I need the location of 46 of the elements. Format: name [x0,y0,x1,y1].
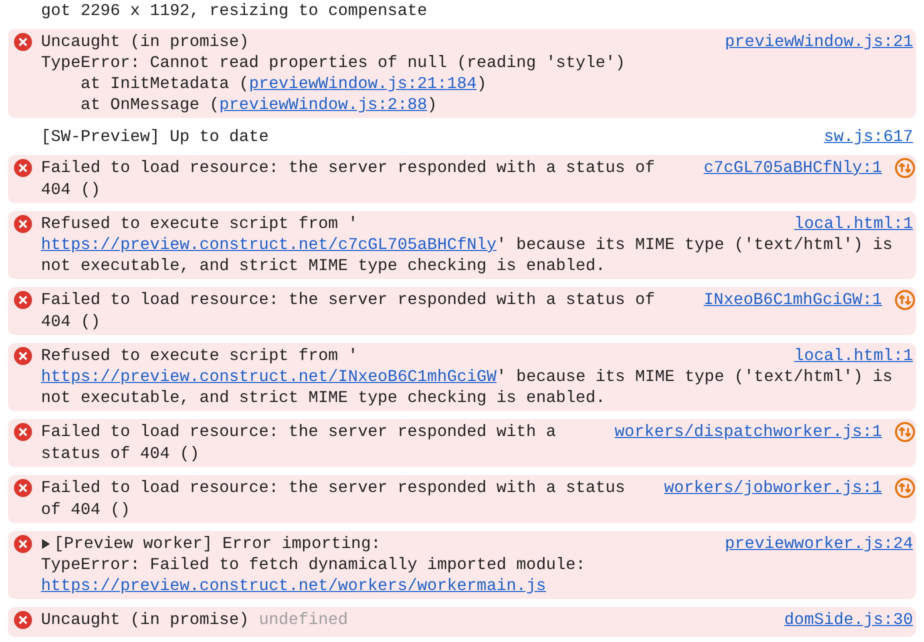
log-text: [SW-Preview] Up to date [41,126,269,147]
log-text: at OnMessage ( [80,94,220,115]
log-text: ) [476,73,487,94]
log-text: ' because its MIME type ('text/html') is [496,366,893,387]
network-icon[interactable] [894,477,916,499]
log-text: ' because its MIME type ('text/html') is [496,234,893,255]
log-text: got 2296 x 1192, resizing to compensate [41,0,428,21]
source-link[interactable]: previewworker.js:24 [724,533,913,554]
log-text: [Preview worker] Error importing: [54,533,381,554]
network-icon[interactable] [894,421,916,443]
expand-triangle-icon[interactable] [41,538,51,550]
log-text: Failed to load resource: the server responded with a status [41,477,626,498]
log-text: status of 404 () [41,443,200,464]
log-text: 404 () [41,311,100,332]
log-text: of 404 () [41,499,130,520]
link[interactable]: previewWindow.js:21:184 [248,73,477,94]
source-link[interactable]: local.html:1 [794,213,913,234]
source-link[interactable]: domSide.js:30 [784,609,913,630]
link[interactable]: https://preview.construct.net/INxeoB6C1mhGciGW [41,366,496,387]
log-text: Uncaught (in promise) [41,609,250,630]
log-text: not executable, and strict MIME type checking is enabled. [41,255,606,276]
link[interactable]: https://preview.construct.net/workers/workermain.js [41,575,546,596]
log-text: ) [427,94,438,115]
link[interactable]: previewWindow.js:2:88 [219,94,428,115]
log-value: undefined [258,609,348,630]
source-link[interactable]: local.html:1 [794,345,913,366]
log-text: 404 () [41,179,100,200]
log-text: Failed to load resource: the server responded with a status of [41,289,655,310]
source-link[interactable]: INxeoB6C1mhGciGW:1 [704,289,882,310]
link[interactable]: https://preview.construct.net/c7cGL705aBHCfNly [41,234,496,255]
log-text: Refused to execute script from ' [41,345,358,366]
log-text: TypeError: Cannot read properties of null (reading 'style') [41,52,626,73]
source-link[interactable]: c7cGL705aBHCfNly:1 [704,157,882,178]
log-text: Uncaught (in promise) [41,31,249,52]
source-link[interactable]: previewWindow.js:21 [724,31,913,52]
log-text: at InitMetadata ( [80,73,249,94]
log-text: Failed to load resource: the server responded with a status of [41,157,655,178]
source-link[interactable]: workers/jobworker.js:1 [664,477,882,498]
log-text: Failed to load resource: the server responded with a [41,421,556,442]
source-link[interactable]: workers/dispatchworker.js:1 [614,421,882,442]
log-text: TypeError: Failed to fetch dynamically imported module: [41,554,586,575]
log-text: not executable, and strict MIME type checking is enabled. [41,387,606,408]
network-icon[interactable] [894,157,916,179]
log-text: Refused to execute script from ' [41,213,358,234]
source-link[interactable]: sw.js:617 [824,126,913,147]
network-icon[interactable] [894,289,916,311]
